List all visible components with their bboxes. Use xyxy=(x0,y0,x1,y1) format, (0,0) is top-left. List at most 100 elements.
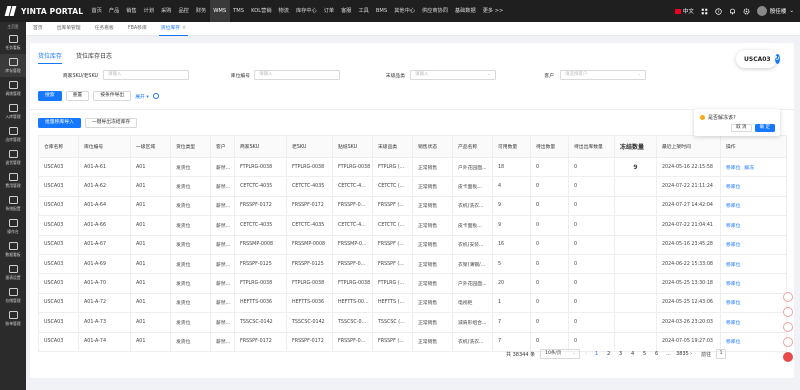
table-cell: FTPLRG-0038 xyxy=(234,273,287,294)
page-number[interactable]: 1 xyxy=(592,351,601,357)
table-cell: CETCTC-4... xyxy=(332,215,373,236)
page-number[interactable]: ... xyxy=(664,351,673,357)
message-icon[interactable] xyxy=(783,322,793,332)
page-number[interactable]: 4 xyxy=(628,351,637,357)
search-button[interactable]: 搜索 xyxy=(38,91,62,101)
cancel-button[interactable]: 取 消 xyxy=(731,124,752,132)
sidebar-item[interactable]: 入库管理 xyxy=(0,100,26,123)
sidebar-item[interactable]: 任务看板 xyxy=(0,31,26,54)
move-location-link[interactable]: 移库位 xyxy=(726,185,740,190)
table-cell: 0 xyxy=(530,253,569,275)
table-cell: 正常销售 xyxy=(412,176,453,197)
jump-input[interactable]: 1 xyxy=(716,349,727,359)
sub-tab[interactable]: 货位库存 xyxy=(38,51,63,64)
page-size-select[interactable]: 10条/页 ⌄ xyxy=(540,349,581,359)
page-number[interactable]: 3835 xyxy=(676,351,689,357)
sidebar-item[interactable]: 仓储管理 xyxy=(0,284,26,307)
top-menu-item[interactable]: KOL营销 xyxy=(248,0,275,22)
top-menu-item[interactable]: 计划 xyxy=(140,0,157,22)
top-menu-item[interactable]: 物流 xyxy=(275,0,292,22)
reset-button[interactable]: 重置 xyxy=(65,91,90,101)
table-cell: 薪然... xyxy=(210,234,235,255)
sidebar-item[interactable]: 账单管理 xyxy=(0,307,26,330)
top-menu-item[interactable]: 更多 >> xyxy=(479,0,507,22)
top-menu-item[interactable]: BMS xyxy=(372,0,390,22)
sidebar-item[interactable]: 退货管理 xyxy=(0,146,26,169)
top-menu-item[interactable]: 订单 xyxy=(320,0,337,22)
top-menu-item[interactable]: 品控 xyxy=(175,0,192,22)
sub-tab[interactable]: 货位库存日志 xyxy=(76,51,112,64)
top-menu-item[interactable]: 产品 xyxy=(105,0,122,22)
sidebar-item[interactable]: 报表设置 xyxy=(0,261,26,284)
page-number[interactable]: 3 xyxy=(616,351,625,357)
top-menu-item[interactable]: 采购 xyxy=(158,0,175,22)
prev-page-icon[interactable]: ‹ xyxy=(585,351,587,357)
sidebar-item[interactable]: 系统配置 xyxy=(0,192,26,215)
fnsku-select[interactable]: 请输入 ⌄ xyxy=(410,70,496,80)
move-location-link[interactable]: 移库位 xyxy=(726,224,740,229)
move-location-link[interactable]: 移库位 xyxy=(726,166,740,171)
help-icon[interactable]: ? xyxy=(715,7,722,15)
top-menu-item[interactable]: TMS xyxy=(230,0,248,22)
table-cell: FRSSPF-0172 xyxy=(286,331,333,352)
expand-link[interactable]: 展开 ▾ xyxy=(135,93,149,100)
confirm-button[interactable]: 确 定 xyxy=(754,124,775,132)
bell-icon[interactable] xyxy=(729,8,736,15)
page-number[interactable]: 6 xyxy=(652,351,661,357)
top-menu-item[interactable]: 首页 xyxy=(88,0,105,22)
top-menu-item[interactable]: 销售 xyxy=(123,0,140,22)
top-menu-item[interactable]: 客服 xyxy=(338,0,355,22)
brand-logo[interactable]: YINTA PORTAL xyxy=(0,0,88,22)
table-cell: USCA03 xyxy=(38,273,79,294)
feedback-icon[interactable] xyxy=(783,292,793,302)
top-menu-item[interactable]: 其他中心 xyxy=(391,0,419,22)
warehouse-selector[interactable]: USCA03 ↻ xyxy=(736,50,780,68)
page-tab[interactable]: 货位库存 × xyxy=(154,22,193,36)
move-location-link[interactable]: 移库位 xyxy=(726,263,740,268)
table-cell: 薪然... xyxy=(210,292,235,314)
export-button[interactable]: 按条件导出 xyxy=(93,91,132,101)
chat-icon[interactable] xyxy=(783,307,793,317)
sidebar-item-icon xyxy=(8,241,18,250)
page-number[interactable]: 5 xyxy=(640,351,649,357)
language-switch[interactable]: 中文 xyxy=(674,7,694,15)
sku-input[interactable]: 请输入 xyxy=(103,70,189,80)
top-menu-item[interactable]: 供应商协同 xyxy=(418,0,451,22)
next-page-icon[interactable]: › xyxy=(690,351,692,357)
move-location-link[interactable]: 移库位 xyxy=(726,321,740,326)
move-location-link[interactable]: 移库位 xyxy=(726,340,740,345)
export-frozen-button[interactable]: 一键导出冻结库存 xyxy=(84,118,138,128)
gear-icon[interactable] xyxy=(743,8,750,15)
apps-icon[interactable] xyxy=(701,8,708,15)
page-tab[interactable]: FBA移库 xyxy=(121,22,154,36)
unfreeze-link[interactable]: 解冻 xyxy=(744,166,754,171)
sidebar-item[interactable]: 调拨管理 xyxy=(0,77,26,100)
sidebar-item[interactable]: 费用管理 xyxy=(0,169,26,192)
top-menu-item[interactable]: WMS xyxy=(209,0,230,22)
user-menu[interactable]: 殷佳楼 ⌄ xyxy=(756,6,794,16)
move-location-link[interactable]: 移库位 xyxy=(726,204,740,209)
top-menu-item[interactable]: 工具 xyxy=(355,0,372,22)
page-tab[interactable]: 出库单管理 xyxy=(50,22,88,36)
sidebar-item[interactable]: 数据看板 xyxy=(0,238,26,261)
sidebar-item[interactable]: 操作台 xyxy=(0,215,26,238)
close-icon[interactable]: × xyxy=(182,26,186,31)
table-cell: 16 xyxy=(492,234,531,255)
top-menu-item[interactable]: 基础数据 xyxy=(451,0,479,22)
sidebar-item[interactable]: 库存管理 xyxy=(0,54,26,77)
batch-import-button[interactable]: 批量移库导入 xyxy=(38,118,81,128)
move-location-link[interactable]: 移库位 xyxy=(726,243,740,248)
page-number[interactable]: 2 xyxy=(604,351,613,357)
page-tab[interactable]: 任务看板 xyxy=(88,22,121,36)
assistant-icon[interactable] xyxy=(783,352,793,362)
customer-select[interactable]: 请选择客户 ⌄ xyxy=(560,70,646,80)
help-circle-icon[interactable] xyxy=(152,93,159,99)
location-input[interactable]: 请输入 xyxy=(254,70,340,80)
page-tab[interactable]: 首页 xyxy=(26,22,50,36)
top-menu-item[interactable]: 财务 xyxy=(192,0,209,22)
sidebar-item[interactable]: 出库管理 xyxy=(0,123,26,146)
move-location-link[interactable]: 移库位 xyxy=(726,301,740,306)
top-menu-item[interactable]: 库存中心 xyxy=(292,0,320,22)
move-location-link[interactable]: 移库位 xyxy=(726,282,740,287)
notice-icon[interactable] xyxy=(783,337,793,347)
